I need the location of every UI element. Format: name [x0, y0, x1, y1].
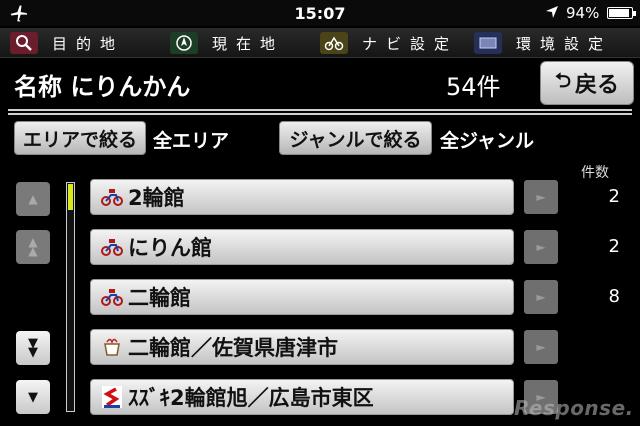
cup-icon [101, 336, 123, 358]
motorcycle-icon [101, 286, 123, 308]
result-count: 54件 [446, 73, 501, 101]
area-filter-value: 全エリア [153, 130, 230, 152]
list-item[interactable]: ｽｽﾞｷ2輪館旭／広島市東区 [90, 379, 514, 415]
page-down-button[interactable]: ▼ ▼ [16, 331, 50, 365]
watermark: Response. [514, 396, 634, 420]
list-item-name: 二輪館／佐賀県唐津市 [128, 336, 338, 360]
motorcycle-icon [101, 186, 123, 208]
list-item-name: ｽｽﾞｷ2輪館旭／広島市東区 [128, 386, 374, 410]
location-arrow-icon [546, 6, 558, 18]
genre-filter-value: 全ジャンル [440, 130, 535, 152]
back-button-label: 戻る [575, 73, 620, 98]
status-time: 15:07 [294, 4, 346, 23]
menu-label: 環境設定 [516, 34, 613, 53]
double-arrow-down-icon: ▼ ▼ [28, 336, 38, 360]
route-icon [320, 32, 348, 54]
list-item[interactable]: にりん館 [90, 229, 514, 265]
battery-icon [607, 7, 636, 19]
menu-label: ナビ設定 [362, 34, 459, 53]
detail-button[interactable]: ► [524, 180, 558, 214]
scrollbar-track[interactable] [66, 182, 75, 412]
menu-item-environment-settings[interactable]: 環境設定 [474, 28, 612, 58]
list-item-name: 2輪館 [128, 186, 185, 210]
battery-percent: 94% [566, 4, 600, 22]
scroll-down-button[interactable]: ▼ [16, 380, 50, 414]
area-filter-button[interactable]: エリアで絞る [14, 121, 146, 155]
search-title: 名称 にりんかん [14, 73, 191, 101]
page-up-button[interactable]: ▲ ▲ [16, 230, 50, 264]
chevron-right-icon: ► [536, 340, 546, 354]
divider [8, 109, 632, 111]
detail-button[interactable]: ► [524, 280, 558, 314]
chevron-right-icon: ► [536, 290, 546, 304]
scrollbar-thumb[interactable] [68, 184, 73, 210]
detail-button[interactable]: ► [524, 330, 558, 364]
double-arrow-up-icon: ▲ ▲ [28, 235, 38, 258]
status-bar: 15:07 94% [0, 0, 640, 26]
menu-item-current-location[interactable]: 現在地 [170, 28, 284, 58]
compass-icon [170, 32, 198, 54]
menu-bar: 目的地 現在地 ナビ設定 環境設定 [0, 28, 640, 58]
list-item[interactable]: 二輪館 [90, 279, 514, 315]
genre-filter-button[interactable]: ジャンルで絞る [279, 121, 432, 155]
list-item-count: 2 [608, 186, 620, 207]
motorcycle-icon [101, 236, 123, 258]
search-icon [10, 32, 38, 54]
scroll-top-button[interactable]: ▲ [16, 182, 50, 216]
menu-item-navi-settings[interactable]: ナビ設定 [320, 28, 458, 58]
list-item-count: 2 [608, 236, 620, 257]
chevron-right-icon: ► [536, 190, 546, 204]
list-item[interactable]: 2輪館 [90, 179, 514, 215]
menu-item-destination[interactable]: 目的地 [10, 28, 124, 58]
arrow-up-icon: ▲ [28, 192, 38, 206]
menu-label: 現在地 [212, 34, 285, 53]
display-icon [474, 32, 502, 54]
list-item[interactable]: 二輪館／佐賀県唐津市 [90, 329, 514, 365]
list-item-count: 8 [608, 286, 620, 307]
count-column-header: 件数 [581, 165, 609, 181]
list-item-name: にりん館 [128, 236, 212, 260]
list-item-name: 二輪館 [128, 286, 191, 310]
back-arrow-icon: ⮌ [554, 68, 571, 92]
detail-button[interactable]: ► [524, 230, 558, 264]
back-button[interactable]: ⮌ 戻る [540, 61, 634, 105]
divider [8, 113, 632, 115]
arrow-down-icon: ▼ [28, 389, 38, 405]
menu-label: 目的地 [52, 34, 125, 53]
suzuki-logo-icon [101, 386, 123, 408]
chevron-right-icon: ► [536, 240, 546, 254]
